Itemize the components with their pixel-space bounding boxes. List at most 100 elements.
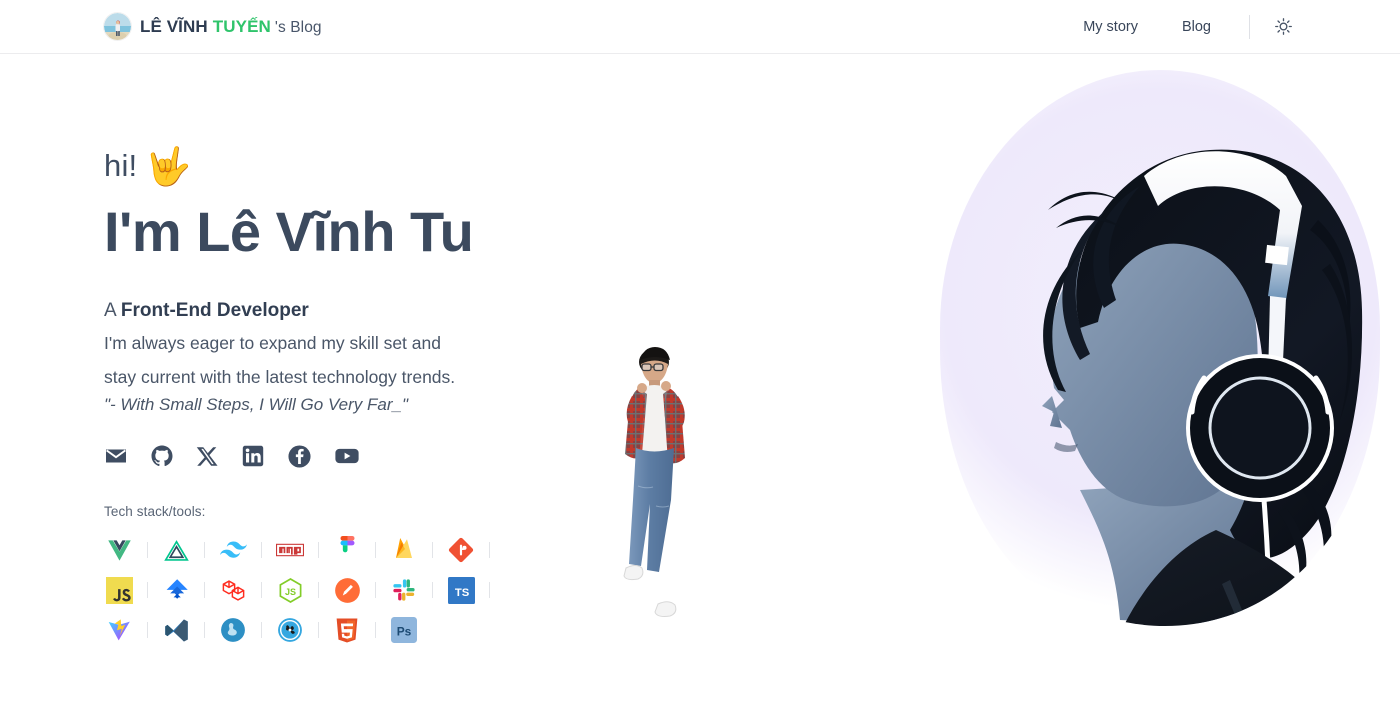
tool-html5[interactable] (332, 615, 362, 645)
tool-vscode[interactable] (161, 615, 191, 645)
brand-title: LÊ VĨNH TUYẾN 's Blog (140, 17, 322, 37)
tool-separator (147, 582, 148, 598)
rock-on-hand-emoji: 🤟 (145, 146, 192, 187)
role-title: Front-End Developer (120, 299, 309, 321)
page-root: LÊ VĨNH TUYẾN 's Blog My story Blog hi! … (0, 0, 1400, 714)
tool-nuxt[interactable] (161, 535, 191, 565)
jira-icon (166, 578, 188, 599)
social-youtube[interactable] (334, 443, 360, 469)
tool-laravel[interactable] (218, 575, 248, 605)
tool-vue[interactable] (104, 535, 134, 565)
email-icon (106, 449, 126, 463)
tagline-quote: "- With Small Steps, I Will Go Very Far_… (104, 395, 408, 414)
tool-separator (489, 542, 490, 558)
tool-separator (261, 542, 262, 558)
tech-stack-label: Tech stack/tools: (104, 504, 206, 519)
description-line-2: stay current with the latest technology … (104, 366, 456, 387)
tool-git[interactable] (446, 535, 476, 565)
tool-separator (204, 542, 205, 558)
tool-photoshop[interactable]: Ps (389, 615, 419, 645)
tool-separator (147, 622, 148, 638)
greeting-text: hi! (104, 148, 138, 184)
vite-icon (108, 619, 130, 641)
vscode-icon (164, 618, 188, 642)
brand-name-dark: LÊ VĨNH (140, 16, 208, 36)
greeting-line: hi! 🤟 (104, 148, 724, 185)
tool-separator (204, 622, 205, 638)
nav-my-story[interactable]: My story (1073, 13, 1148, 41)
social-github[interactable] (150, 444, 174, 468)
tool-separator (375, 582, 376, 598)
tool-jira[interactable] (161, 575, 191, 605)
tool-separator (375, 542, 376, 558)
git-icon (448, 537, 474, 563)
tool-separator (318, 582, 319, 598)
github-icon (151, 445, 173, 467)
tool-npm[interactable] (275, 535, 305, 565)
brand-suffix: 's Blog (274, 18, 322, 36)
tool-separator (318, 542, 319, 558)
nuxt-icon (163, 539, 189, 561)
hero-background-blob (940, 70, 1380, 630)
sun-icon (1274, 18, 1292, 35)
brand-name-green: TUYẾN (212, 16, 271, 36)
main-nav: My story Blog (1073, 13, 1296, 41)
tool-firebase[interactable] (389, 535, 419, 565)
svg-text:Ps: Ps (397, 624, 412, 638)
tool-javascript[interactable] (104, 575, 134, 605)
page-title: I'm Lê Vĩnh Tu (104, 200, 474, 263)
x-twitter-icon (196, 446, 218, 466)
javascript-icon (105, 576, 133, 604)
description-line-1: I'm always eager to expand my skill set … (104, 333, 441, 354)
photoshop-icon: Ps (391, 617, 417, 643)
hero-illustration (930, 60, 1400, 660)
tool-jenkins[interactable] (275, 615, 305, 645)
slack-icon (393, 579, 415, 601)
vue-icon (107, 539, 131, 561)
theme-toggle-button[interactable] (1270, 14, 1296, 40)
firebase-icon (396, 538, 412, 558)
tool-separator (375, 622, 376, 638)
nodejs-icon: JS (279, 577, 301, 603)
tool-separator (261, 582, 262, 598)
tool-tailwind[interactable] (218, 535, 248, 565)
social-linkedin[interactable] (241, 444, 265, 468)
tailwind-icon (219, 541, 247, 558)
role-prefix: A (104, 299, 121, 321)
social-facebook[interactable] (287, 444, 312, 469)
tool-separator (147, 542, 148, 558)
nav-blog[interactable]: Blog (1172, 13, 1221, 41)
tool-vite[interactable] (104, 615, 134, 645)
anime-profile-with-headphones-illustration (1042, 149, 1385, 626)
tech-stack-row (104, 530, 724, 570)
tech-stack-row: JS TS (104, 570, 724, 610)
role-line: A Front-End Developer (104, 297, 724, 326)
tool-separator (432, 542, 433, 558)
tool-separator (318, 622, 319, 638)
social-x[interactable] (196, 445, 219, 468)
tool-postman[interactable] (332, 575, 362, 605)
profile-photo-avatar[interactable] (104, 13, 131, 40)
tech-stack-rows: JS TS Ps (104, 530, 724, 650)
laravel-icon (222, 579, 244, 601)
tool-figma[interactable] (332, 535, 362, 565)
linkedin-icon (242, 445, 264, 467)
facebook-icon (288, 444, 311, 468)
typescript-icon: TS (447, 576, 475, 604)
site-header: LÊ VĨNH TUYẾN 's Blog My story Blog (0, 0, 1400, 54)
npm-icon (276, 543, 304, 557)
tool-separator (489, 582, 490, 598)
postman-icon (334, 577, 360, 603)
tool-sqlserver[interactable] (218, 615, 248, 645)
tool-typescript[interactable]: TS (446, 575, 476, 605)
brand-logo[interactable]: LÊ VĨNH TUYẾN 's Blog (104, 13, 322, 40)
hero-content: hi! 🤟 I'm Lê Vĩnh Tu A Front-End Develop… (104, 148, 724, 650)
tool-nodejs[interactable]: JS (275, 575, 305, 605)
social-email[interactable] (104, 444, 128, 468)
tool-separator (204, 582, 205, 598)
svg-text:TS: TS (454, 587, 469, 599)
social-links (104, 443, 724, 469)
sql-server-icon (221, 618, 245, 642)
tool-slack[interactable] (389, 575, 419, 605)
figma-icon (340, 536, 354, 553)
